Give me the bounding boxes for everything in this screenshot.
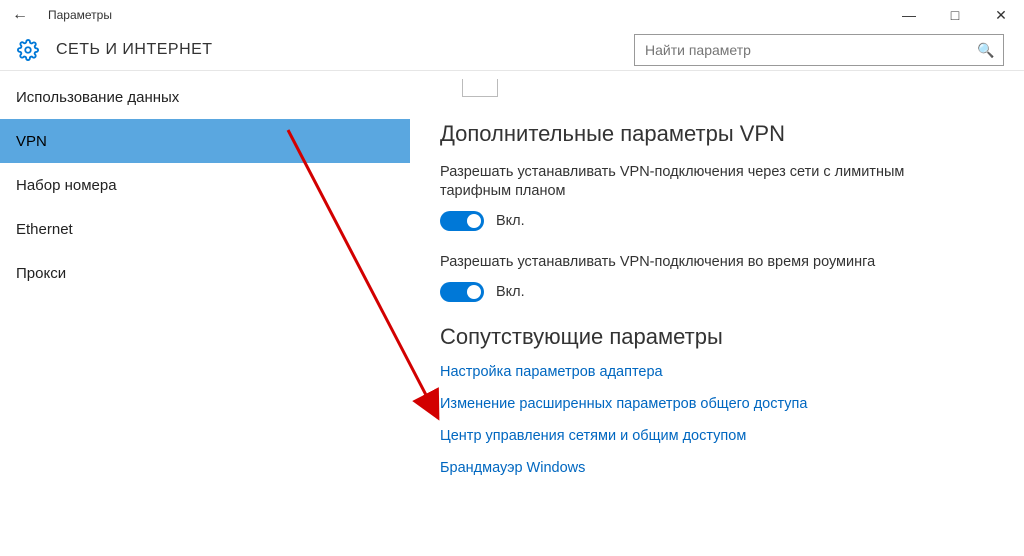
setting-roaming: Разрешать устанавливать VPN-подключения … bbox=[440, 253, 994, 302]
search-box[interactable]: 🔍 bbox=[634, 34, 1004, 66]
setting-metered: Разрешать устанавливать VPN-подключения … bbox=[440, 163, 994, 231]
link-advanced-sharing[interactable]: Изменение расширенных параметров общего … bbox=[440, 396, 994, 412]
sidebar-item-label: Прокси bbox=[16, 265, 66, 282]
window-buttons: — □ ✕ bbox=[886, 0, 1024, 30]
minimize-button[interactable]: — bbox=[886, 0, 932, 30]
sidebar-item-vpn[interactable]: VPN bbox=[0, 119, 410, 163]
sidebar-item-label: VPN bbox=[16, 133, 47, 150]
toggle-metered[interactable] bbox=[440, 211, 484, 231]
advanced-heading: Дополнительные параметры VPN bbox=[440, 121, 994, 147]
sidebar: Использование данных VPN Набор номера Et… bbox=[0, 71, 410, 556]
sidebar-item-label: Набор номера bbox=[16, 177, 117, 194]
search-input[interactable] bbox=[635, 42, 969, 58]
section-title: СЕТЬ И ИНТЕРНЕТ bbox=[56, 41, 213, 59]
close-button[interactable]: ✕ bbox=[978, 0, 1024, 30]
cutoff-element bbox=[462, 79, 498, 97]
back-icon[interactable]: ← bbox=[8, 6, 32, 24]
sidebar-item-label: Ethernet bbox=[16, 221, 73, 238]
related-heading: Сопутствующие параметры bbox=[440, 324, 994, 350]
link-network-center[interactable]: Центр управления сетями и общим доступом bbox=[440, 428, 994, 444]
setting-label: Разрешать устанавливать VPN-подключения … bbox=[440, 253, 960, 272]
window-title: Параметры bbox=[48, 8, 112, 22]
toggle-roaming[interactable] bbox=[440, 282, 484, 302]
sidebar-item-ethernet[interactable]: Ethernet bbox=[0, 207, 410, 251]
titlebar: ← Параметры — □ ✕ bbox=[0, 0, 1024, 30]
main-panel: Дополнительные параметры VPN Разрешать у… bbox=[410, 71, 1024, 556]
maximize-button[interactable]: □ bbox=[932, 0, 978, 30]
search-icon[interactable]: 🔍 bbox=[969, 42, 1003, 59]
setting-label: Разрешать устанавливать VPN-подключения … bbox=[440, 163, 960, 201]
toggle-state-label: Вкл. bbox=[496, 213, 525, 229]
sidebar-item-label: Использование данных bbox=[16, 89, 179, 106]
header-row: СЕТЬ И ИНТЕРНЕТ 🔍 bbox=[0, 30, 1024, 70]
sidebar-item-dialup[interactable]: Набор номера bbox=[0, 163, 410, 207]
toggle-state-label: Вкл. bbox=[496, 284, 525, 300]
gear-icon bbox=[16, 38, 40, 62]
link-firewall[interactable]: Брандмауэр Windows bbox=[440, 460, 994, 476]
link-adapter-settings[interactable]: Настройка параметров адаптера bbox=[440, 364, 994, 380]
sidebar-item-data-usage[interactable]: Использование данных bbox=[0, 75, 410, 119]
sidebar-item-proxy[interactable]: Прокси bbox=[0, 251, 410, 295]
